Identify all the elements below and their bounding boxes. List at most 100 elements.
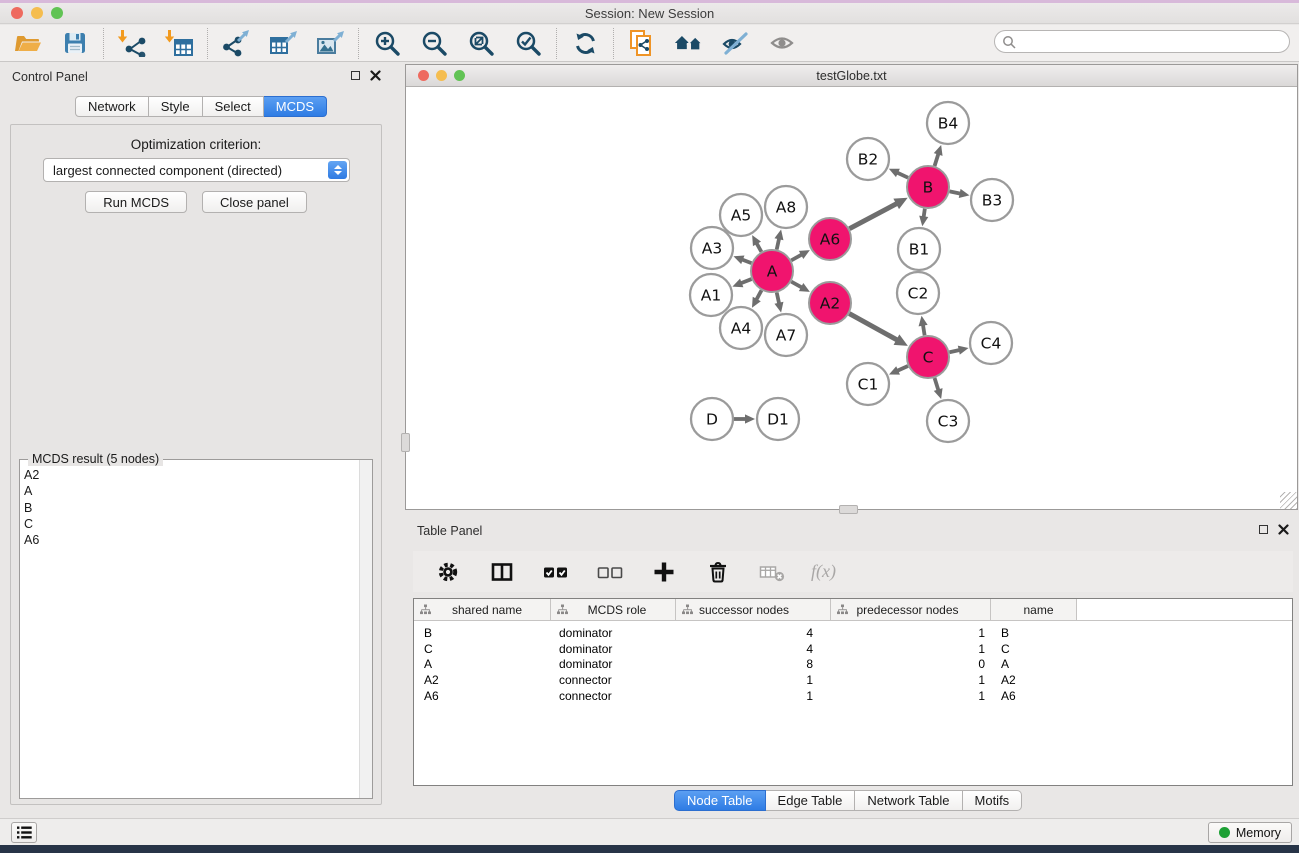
tab-select[interactable]: Select	[203, 96, 264, 117]
tab-mcds[interactable]: MCDS	[264, 96, 327, 117]
graph-node-C[interactable]: C	[907, 336, 949, 378]
svg-text:C2: C2	[908, 285, 929, 303]
tab-style[interactable]: Style	[149, 96, 203, 117]
svg-text:A2: A2	[820, 295, 840, 313]
resize-grip-icon[interactable]	[1280, 492, 1297, 509]
result-item[interactable]: A6	[24, 532, 359, 548]
graph-node-A8[interactable]: A8	[765, 186, 807, 228]
import-network-icon[interactable]	[117, 29, 147, 57]
new-network-from-selection-icon[interactable]	[627, 29, 657, 57]
zoom-in-icon[interactable]	[372, 29, 402, 57]
graph-node-A5[interactable]: A5	[720, 194, 762, 236]
column-header-name[interactable]: name	[991, 599, 1077, 620]
graph-node-B4[interactable]: B4	[927, 102, 969, 144]
graph-node-C2[interactable]: C2	[897, 272, 939, 314]
graph-edge-arrowhead	[733, 256, 744, 265]
close-panel-button[interactable]: Close panel	[202, 191, 307, 213]
table-header-row: shared nameMCDS rolesuccessor nodesprede…	[414, 599, 1292, 621]
deselect-all-icon[interactable]	[595, 558, 625, 586]
export-table-icon[interactable]	[268, 29, 298, 57]
column-header-shared-name[interactable]: shared name	[414, 599, 551, 620]
column-header-successor-nodes[interactable]: successor nodes	[676, 599, 831, 620]
table-row[interactable]: Bdominator41B	[414, 625, 1292, 641]
zoom-selected-icon[interactable]	[513, 29, 543, 57]
graph-node-B2[interactable]: B2	[847, 138, 889, 180]
column-header-mcds-role[interactable]: MCDS role	[551, 599, 676, 620]
import-table-icon[interactable]	[164, 29, 194, 57]
first-neighbors-icon[interactable]	[674, 29, 704, 57]
graph-node-A4[interactable]: A4	[720, 307, 762, 349]
close-panel-icon[interactable]	[370, 70, 381, 81]
bottom-divider-grip[interactable]	[839, 505, 858, 514]
table-row[interactable]: Adominator80A	[414, 657, 1292, 673]
graph-node-A2[interactable]: A2	[809, 282, 851, 324]
graph-node-A7[interactable]: A7	[765, 314, 807, 356]
table-row[interactable]: A6connector11A6	[414, 688, 1292, 704]
graph-node-B1[interactable]: B1	[898, 228, 940, 270]
table-cell: A2	[414, 673, 551, 687]
list-icon	[17, 826, 32, 839]
apply-function-icon[interactable]: f(x)	[811, 561, 836, 582]
result-item[interactable]: C	[24, 516, 359, 532]
graph-edge-A2-C[interactable]	[849, 314, 898, 341]
save-session-icon[interactable]	[60, 29, 90, 57]
graph-node-B3[interactable]: B3	[971, 179, 1013, 221]
memory-label: Memory	[1236, 826, 1281, 840]
control-panel-header: Control Panel	[0, 66, 391, 90]
result-scrollbar[interactable]	[359, 460, 372, 798]
tab-edge-table[interactable]: Edge Table	[766, 790, 856, 811]
search-input[interactable]	[1016, 33, 1289, 51]
network-canvas[interactable]: B4 B2 B B3 A5A8 A6 B1 A3 A C2 A1 A2 A4A7 C4 C C1 C3 D D1	[406, 88, 1297, 509]
table-settings-icon[interactable]	[433, 558, 463, 586]
left-divider-grip[interactable]	[401, 433, 410, 452]
table-row[interactable]: Cdominator41C	[414, 641, 1292, 657]
graph-edge-A6-B[interactable]	[849, 203, 898, 229]
zoom-fit-icon[interactable]	[466, 29, 496, 57]
toggle-panes-icon[interactable]	[487, 558, 517, 586]
graph-edge-B-B4[interactable]	[935, 153, 939, 166]
tab-node-table[interactable]: Node Table	[674, 790, 766, 811]
graph-node-C1[interactable]: C1	[847, 363, 889, 405]
criterion-select[interactable]: largest connected component (directed)	[43, 158, 350, 182]
open-session-icon[interactable]	[13, 29, 43, 57]
graph-node-D[interactable]: D	[691, 398, 733, 440]
table-float-panel-icon[interactable]	[1259, 525, 1268, 534]
delete-table-icon[interactable]	[757, 558, 787, 586]
tab-motifs[interactable]: Motifs	[963, 790, 1023, 811]
mcds-result-box: MCDS result (5 nodes) A2ABCA6	[19, 459, 373, 799]
network-window-titlebar[interactable]: testGlobe.txt	[406, 65, 1297, 87]
tab-network-table[interactable]: Network Table	[855, 790, 962, 811]
memory-button[interactable]: Memory	[1208, 822, 1292, 843]
graph-node-A3[interactable]: A3	[691, 227, 733, 269]
export-image-icon[interactable]	[315, 29, 345, 57]
float-panel-icon[interactable]	[351, 71, 360, 80]
run-mcds-button[interactable]: Run MCDS	[85, 191, 187, 213]
graph-node-A6[interactable]: A6	[809, 218, 851, 260]
graph-node-A[interactable]: A	[751, 250, 793, 292]
network-view-window: testGlobe.txt B4 B2 B B3 A5A8 A6 B1 A3 A C2 A1 A2 A4…	[405, 64, 1298, 510]
tab-network[interactable]: Network	[75, 96, 149, 117]
graph-node-D1[interactable]: D1	[757, 398, 799, 440]
refresh-icon[interactable]	[570, 29, 600, 57]
delete-column-icon[interactable]	[703, 558, 733, 586]
task-history-button[interactable]	[11, 822, 37, 843]
export-network-icon[interactable]	[221, 29, 251, 57]
select-all-icon[interactable]	[541, 558, 571, 586]
zoom-out-icon[interactable]	[419, 29, 449, 57]
add-column-icon[interactable]	[649, 558, 679, 586]
result-item[interactable]: A	[24, 483, 359, 499]
graph-node-C3[interactable]: C3	[927, 400, 969, 442]
graph-edge-C-C3[interactable]	[935, 378, 939, 391]
graph-node-A1[interactable]: A1	[690, 274, 732, 316]
graph-node-B[interactable]: B	[907, 166, 949, 208]
table-row[interactable]: A2connector11A2	[414, 672, 1292, 688]
show-all-icon[interactable]	[768, 29, 798, 57]
table-close-panel-icon[interactable]	[1278, 524, 1289, 535]
search-box[interactable]	[994, 30, 1290, 53]
result-item[interactable]: A2	[24, 467, 359, 483]
graph-node-C4[interactable]: C4	[970, 322, 1012, 364]
svg-text:A6: A6	[820, 231, 840, 249]
result-item[interactable]: B	[24, 500, 359, 516]
hide-selected-icon[interactable]	[721, 29, 751, 57]
column-header-predecessor-nodes[interactable]: predecessor nodes	[831, 599, 991, 620]
